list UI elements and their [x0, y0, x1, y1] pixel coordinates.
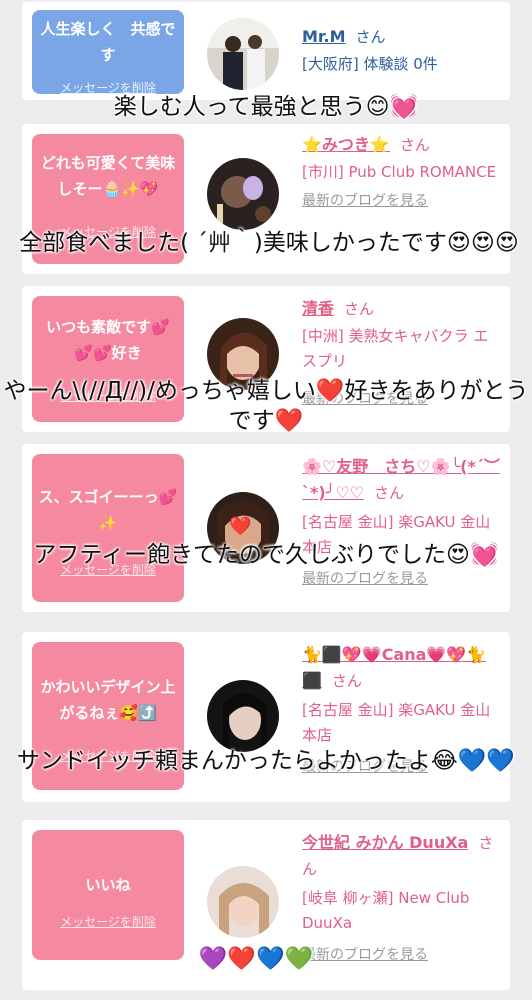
latest-blog-link[interactable]: 最新のブログを見る [302, 568, 502, 590]
svg-text:❤️: ❤️ [229, 516, 252, 537]
avatar[interactable] [207, 158, 279, 230]
avatar[interactable] [207, 18, 279, 90]
message-bubble: 人生楽しく 共感です メッセージを削除 [32, 10, 184, 95]
shop-info: [市川] Pub Club ROMANCE [302, 163, 497, 181]
shop-info: [名古屋 金山] 楽GAKU 金山本店 [302, 701, 491, 744]
caption: 全部食べました( ´艸｀)美味しかったです😍😍😍 [19, 230, 519, 256]
message-bubble: いいね メッセージを削除 [32, 830, 184, 960]
message-text: いいね [85, 876, 131, 894]
user-name-link[interactable]: 今世紀 みかん DuuXa [302, 833, 468, 852]
latest-blog-link[interactable]: 最新のブログを見る [302, 190, 502, 212]
message-card: ス、スゴイーーっ💕✨ メッセージを削除 ❤️ 🌸♡友野 さち♡🌸╰(*´︶`*)… [22, 444, 510, 612]
caption: 楽しむ人って最強と思う😊💓 [113, 94, 419, 120]
profile-info: ⭐みつき⭐ さん [市川] Pub Club ROMANCE 最新のブログを見る [302, 132, 502, 212]
user-name-link[interactable]: 清香 [302, 299, 334, 318]
user-name-link[interactable]: Mr.M [302, 27, 346, 46]
caption: 💜❤️💙💚 [198, 946, 314, 972]
shop-info: [岐阜 柳ヶ瀬] New Club DuuXa [302, 889, 470, 932]
message-text: どれも可愛くて美味しそー🧁✨💖 [40, 154, 176, 198]
shop-info: [大阪府] 体験談 0件 [302, 55, 438, 73]
san-suffix: さん [331, 672, 362, 690]
caption: やーん\(//Д//)/めっちゃ嬉しい❤️好きをありがとうです❤️ [3, 378, 529, 434]
profile-info: Mr.M さん [大阪府] 体験談 0件 [302, 24, 502, 77]
san-suffix: さん [374, 484, 405, 502]
message-bubble: ス、スゴイーーっ💕✨ メッセージを削除 [32, 454, 184, 602]
message-text: ス、スゴイーーっ💕✨ [38, 488, 178, 532]
message-text: いつも素敵です💕💕💕好き [46, 318, 170, 362]
message-text: かわいいデザイン上がるねぇ🥰⤴️ [40, 678, 176, 722]
avatar[interactable] [207, 680, 279, 752]
shop-info: [中洲] 美熟女キャバクラ エスプリ [302, 327, 489, 370]
message-card: かわいいデザイン上がるねぇ🥰⤴️ メッセージを削除 🐈⬛💖💗Cana💗💖🐈⬛ さん… [22, 632, 510, 802]
caption: サンドイッチ頼まんかったらよかったよ😂💙💙 [16, 748, 516, 774]
user-name-link[interactable]: 🐈⬛💖💗Cana💗💖🐈⬛ [302, 645, 486, 690]
user-name-link[interactable]: ⭐みつき⭐ [302, 135, 390, 154]
san-suffix: さん [399, 136, 430, 154]
san-suffix: さん [344, 300, 375, 318]
avatar[interactable] [207, 866, 279, 938]
message-text: 人生楽しく 共感です [40, 20, 176, 64]
san-suffix: さん [355, 28, 386, 46]
caption: アフティー飽きてたので久しぶりでした😍💓 [33, 542, 499, 568]
delete-message-link[interactable]: メッセージを削除 [32, 914, 184, 930]
message-card: 人生楽しく 共感です メッセージを削除 Mr.M さん [大阪府] 体験談 0件 [22, 2, 510, 100]
